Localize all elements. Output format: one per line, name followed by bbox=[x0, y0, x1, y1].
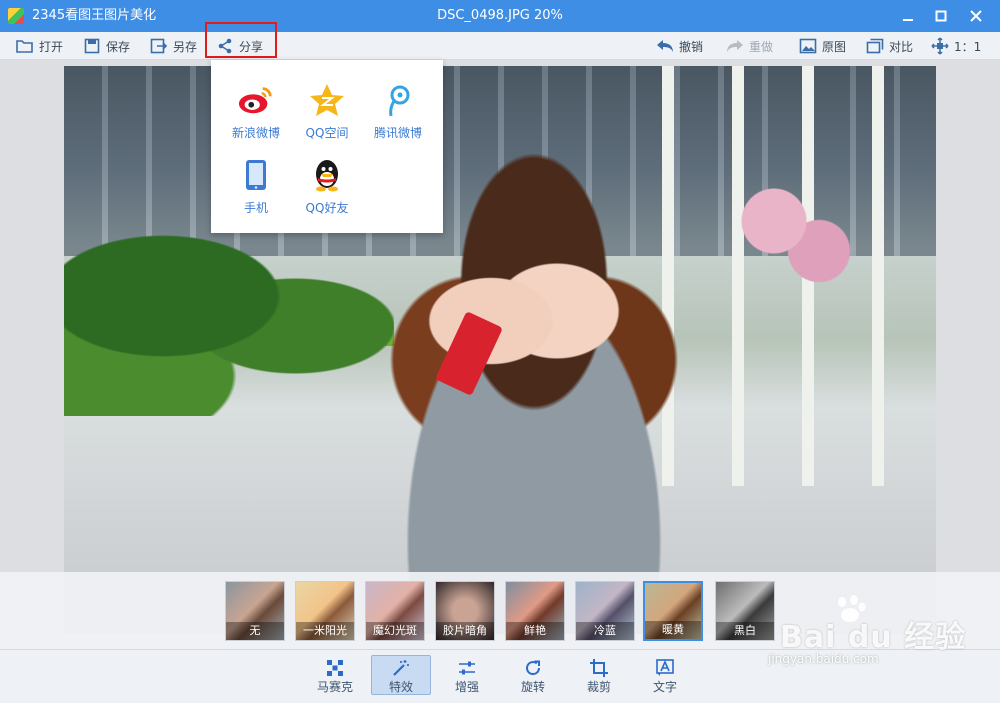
nav-text[interactable]: 文字 bbox=[635, 655, 695, 695]
share-tencent-weibo-label: 腾讯微博 bbox=[373, 126, 422, 140]
close-icon bbox=[970, 10, 982, 22]
nav-effects[interactable]: 特效 bbox=[371, 655, 431, 695]
document-title: DSC_0498.JPG 20% bbox=[437, 8, 563, 23]
share-qq-friend[interactable]: QQ好友 bbox=[292, 157, 362, 219]
magic-wand-icon bbox=[391, 659, 411, 677]
compare-button[interactable]: 对比 bbox=[866, 32, 913, 60]
toolbar: 打开 保存 另存 分享 撤销 重做 原图 对比 1：1 bbox=[0, 32, 1000, 60]
close-button[interactable] bbox=[960, 0, 992, 32]
nav-text-label: 文字 bbox=[652, 680, 677, 694]
maximize-icon bbox=[935, 10, 947, 22]
share-qq-friend-label: QQ好友 bbox=[305, 201, 349, 215]
redo-icon bbox=[726, 37, 744, 55]
save-as-label: 另存 bbox=[173, 39, 198, 54]
mosaic-icon bbox=[325, 658, 345, 677]
minimize-button[interactable] bbox=[892, 0, 924, 32]
nav-crop-label: 裁剪 bbox=[586, 680, 611, 694]
filter-thumb[interactable]: 无 bbox=[225, 581, 285, 641]
filter-label: 鲜艳 bbox=[506, 622, 564, 640]
nav-rotate[interactable]: 旋转 bbox=[503, 655, 563, 695]
filter-thumb[interactable]: 魔幻光斑 bbox=[365, 581, 425, 641]
sina-weibo-icon bbox=[238, 82, 274, 118]
nav-enhance-label: 增强 bbox=[454, 680, 479, 694]
undo-icon bbox=[656, 37, 674, 55]
open-button[interactable]: 打开 bbox=[16, 32, 63, 60]
nav-rotate-label: 旋转 bbox=[520, 680, 545, 694]
filter-thumb[interactable]: 冷蓝 bbox=[575, 581, 635, 641]
original-image-label: 原图 bbox=[822, 39, 847, 54]
redo-label: 重做 bbox=[749, 39, 774, 54]
filter-label: 黑白 bbox=[716, 622, 774, 640]
share-sina-weibo-label: 新浪微博 bbox=[231, 126, 280, 140]
share-phone[interactable]: 手机 bbox=[221, 157, 291, 219]
nav-mosaic[interactable]: 马赛克 bbox=[305, 655, 365, 695]
open-label: 打开 bbox=[39, 39, 64, 54]
share-qzone[interactable]: QQ空间 bbox=[292, 82, 362, 144]
nav-crop[interactable]: 裁剪 bbox=[569, 655, 629, 695]
share-phone-label: 手机 bbox=[243, 201, 268, 215]
photo bbox=[64, 66, 936, 634]
crop-icon bbox=[589, 658, 609, 677]
undo-button[interactable]: 撤销 bbox=[656, 32, 703, 60]
filter-thumb[interactable]: 鲜艳 bbox=[505, 581, 565, 641]
maximize-button[interactable] bbox=[925, 0, 957, 32]
share-qzone-label: QQ空间 bbox=[305, 126, 349, 140]
actual-size-icon bbox=[931, 37, 949, 55]
sliders-icon bbox=[457, 658, 477, 677]
qzone-icon bbox=[309, 82, 345, 118]
undo-label: 撤销 bbox=[679, 39, 704, 54]
text-icon bbox=[655, 658, 675, 677]
actual-size-label: 1：1 bbox=[954, 39, 982, 54]
nav-effects-label: 特效 bbox=[388, 680, 413, 694]
original-image-button[interactable]: 原图 bbox=[799, 32, 846, 60]
nav-mosaic-label: 马赛克 bbox=[316, 680, 353, 694]
title-bar: 2345看图王图片美化 DSC_0498.JPG 20% bbox=[0, 0, 1000, 32]
compare-icon bbox=[866, 37, 884, 55]
compare-label: 对比 bbox=[889, 39, 914, 54]
filter-thumb[interactable]: 黑白 bbox=[715, 581, 775, 641]
save-as-button[interactable]: 另存 bbox=[150, 32, 197, 60]
rotate-icon bbox=[523, 658, 543, 677]
share-sina-weibo[interactable]: 新浪微博 bbox=[221, 82, 291, 144]
filter-thumb[interactable]: 胶片暗角 bbox=[435, 581, 495, 641]
filter-label: 无 bbox=[226, 622, 284, 640]
minimize-icon bbox=[903, 19, 913, 21]
save-icon bbox=[83, 37, 101, 55]
filter-thumb[interactable]: 一米阳光 bbox=[295, 581, 355, 641]
filter-label: 暖黄 bbox=[645, 621, 701, 639]
filter-thumb-selected[interactable]: 暖黄 bbox=[643, 581, 703, 641]
filter-label: 一米阳光 bbox=[296, 622, 354, 640]
filter-label: 冷蓝 bbox=[576, 622, 634, 640]
photo-hands bbox=[414, 221, 634, 421]
redo-button[interactable]: 重做 bbox=[726, 32, 773, 60]
qq-friend-icon bbox=[309, 157, 345, 193]
tencent-weibo-icon bbox=[380, 82, 416, 118]
share-button[interactable]: 分享 bbox=[216, 32, 263, 60]
image-canvas[interactable] bbox=[0, 60, 1000, 650]
filter-label: 胶片暗角 bbox=[436, 622, 494, 640]
actual-size-button[interactable]: 1：1 bbox=[931, 32, 981, 60]
original-image-icon bbox=[799, 37, 817, 55]
nav-enhance[interactable]: 增强 bbox=[437, 655, 497, 695]
share-label: 分享 bbox=[239, 39, 264, 54]
share-tencent-weibo[interactable]: 腾讯微博 bbox=[363, 82, 433, 144]
filter-label: 魔幻光斑 bbox=[366, 622, 424, 640]
folder-open-icon bbox=[16, 37, 34, 55]
save-label: 保存 bbox=[106, 39, 131, 54]
share-menu: 新浪微博 QQ空间 腾讯微博 手机 QQ好友 bbox=[211, 60, 443, 233]
phone-icon bbox=[238, 157, 274, 193]
bottom-nav: 马赛克 特效 增强 旋转 裁剪 文字 bbox=[0, 649, 1000, 703]
filter-strip: 无 一米阳光 魔幻光斑 胶片暗角 鲜艳 冷蓝 暖黄 黑白 bbox=[0, 572, 1000, 649]
save-as-icon bbox=[150, 37, 168, 55]
save-button[interactable]: 保存 bbox=[83, 32, 130, 60]
share-icon bbox=[216, 37, 234, 55]
